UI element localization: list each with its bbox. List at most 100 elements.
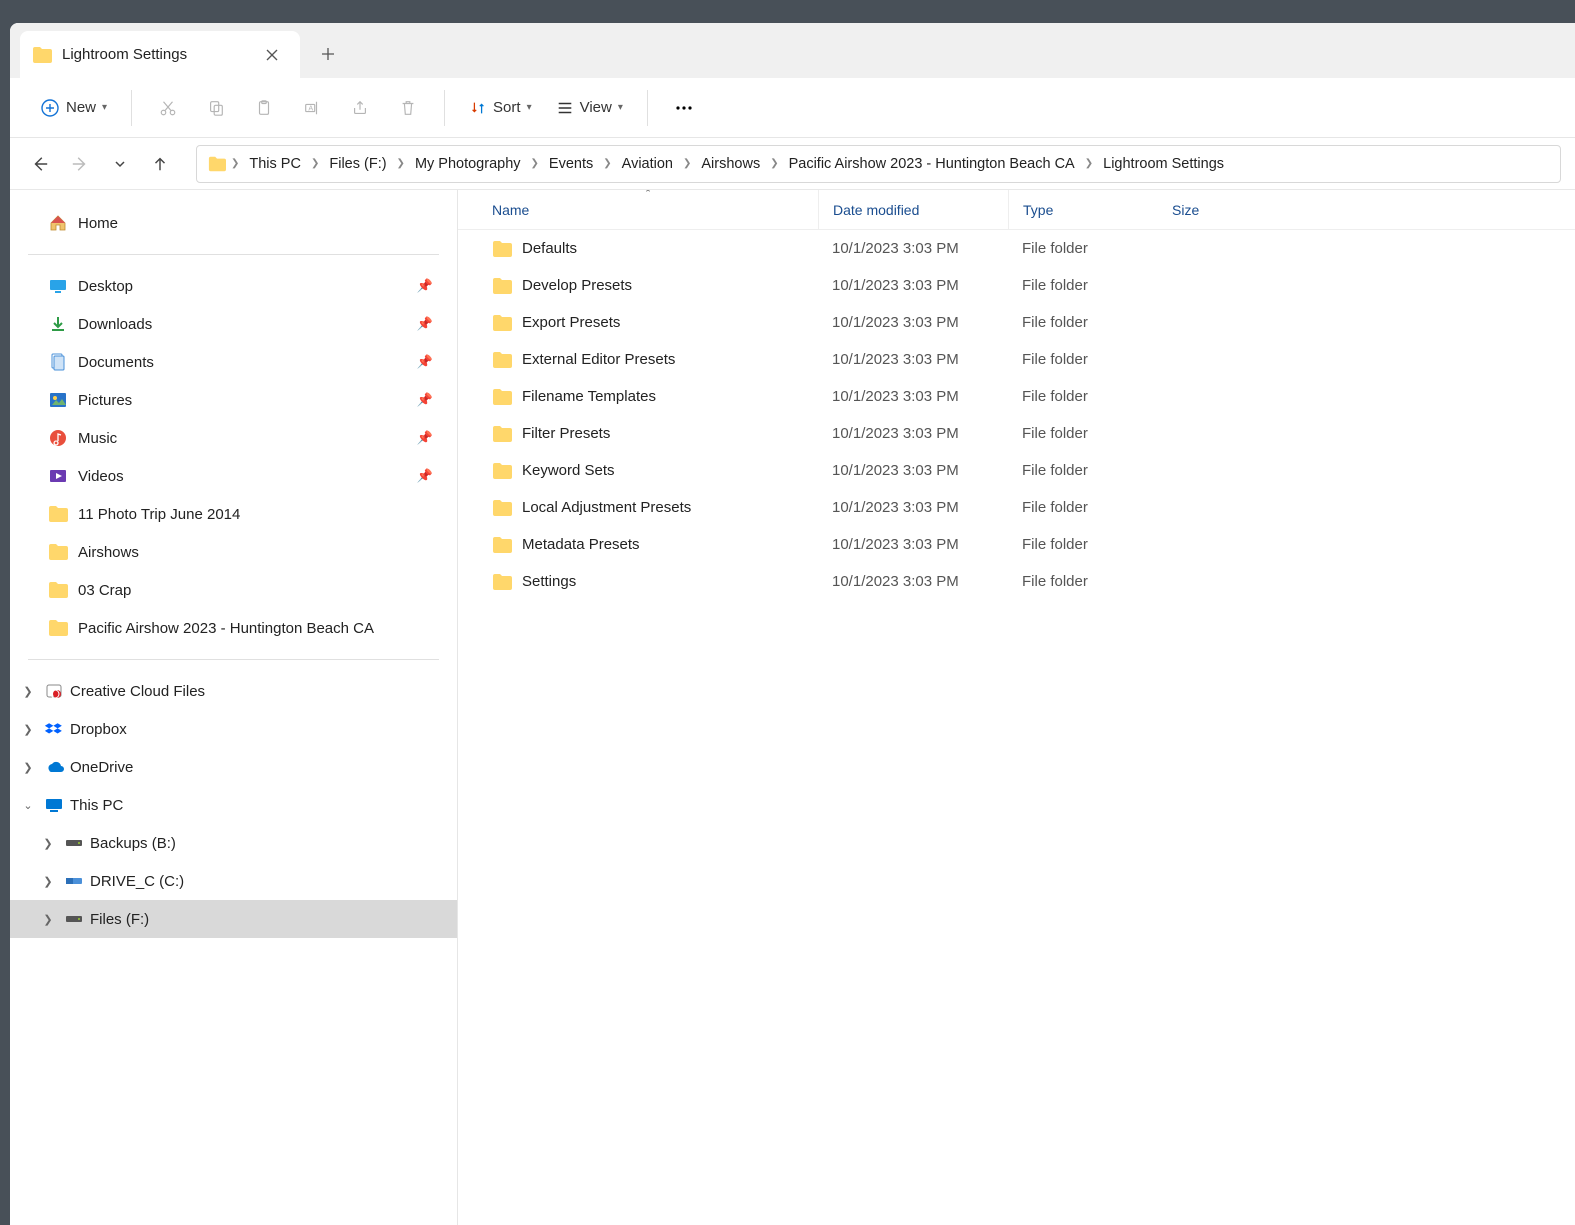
address-bar[interactable]: ❯ This PC❯Files (F:)❯My Photography❯Even… xyxy=(196,145,1561,183)
chevron-down-icon: ▾ xyxy=(618,102,623,113)
copy-button[interactable] xyxy=(194,88,238,128)
up-button[interactable] xyxy=(144,148,176,180)
sidebar-item[interactable]: Documents📌 xyxy=(24,343,443,381)
table-row[interactable]: Local Adjustment Presets10/1/2023 3:03 P… xyxy=(458,489,1575,526)
new-label: New xyxy=(66,99,96,116)
dropbox-icon xyxy=(44,719,64,739)
sidebar-item-home[interactable]: Home xyxy=(24,204,443,242)
column-header-type[interactable]: Type xyxy=(1008,190,1158,229)
view-button[interactable]: View ▾ xyxy=(546,88,633,128)
tree-item[interactable]: ❯ Dropbox xyxy=(10,710,457,748)
chevron-right-icon[interactable]: ❯ xyxy=(38,913,58,926)
sidebar-item[interactable]: Desktop📌 xyxy=(24,267,443,305)
file-name: Settings xyxy=(522,573,576,590)
forward-button[interactable] xyxy=(64,148,96,180)
back-button[interactable] xyxy=(24,148,56,180)
breadcrumb-segment[interactable]: My Photography xyxy=(409,153,527,175)
tree-item-drive[interactable]: ❯ DRIVE_C (C:) xyxy=(10,862,457,900)
pin-icon: 📌 xyxy=(417,468,433,484)
navigation-pane[interactable]: Home Desktop📌Downloads📌Documents📌Picture… xyxy=(10,190,458,1225)
column-headers: Name ⌃ Date modified Type Size xyxy=(458,190,1575,230)
sidebar-item[interactable]: Music📌 xyxy=(24,419,443,457)
column-header-name[interactable]: Name ⌃ xyxy=(478,190,818,229)
breadcrumb-segment[interactable]: This PC xyxy=(243,153,307,175)
tab-active[interactable]: Lightroom Settings xyxy=(20,31,300,78)
table-row[interactable]: Filename Templates10/1/2023 3:03 PMFile … xyxy=(458,378,1575,415)
tree-item-drive[interactable]: ❯Files (F:) xyxy=(10,900,457,938)
sidebar-item[interactable]: Downloads📌 xyxy=(24,305,443,343)
file-list[interactable]: Defaults10/1/2023 3:03 PMFile folder Deve… xyxy=(458,230,1575,1225)
chevron-right-icon[interactable]: ❯ xyxy=(38,837,58,850)
folder-icon xyxy=(492,276,512,296)
close-icon[interactable] xyxy=(258,41,286,69)
tree-item-label: Dropbox xyxy=(70,721,127,738)
tree-item[interactable]: ❯Creative Cloud Files xyxy=(10,672,457,710)
folder-icon xyxy=(492,239,512,259)
tree-item-thispc[interactable]: ⌄This PC xyxy=(10,786,457,824)
chevron-right-icon: ❯ xyxy=(395,158,407,169)
rename-button[interactable]: A xyxy=(290,88,334,128)
cut-button[interactable] xyxy=(146,88,190,128)
downloads-icon xyxy=(48,314,68,334)
file-date: 10/1/2023 3:03 PM xyxy=(818,277,1008,294)
tree-item-label: DRIVE_C (C:) xyxy=(90,873,184,890)
separator xyxy=(647,90,648,126)
file-date: 10/1/2023 3:03 PM xyxy=(818,573,1008,590)
breadcrumb-segment[interactable]: Aviation xyxy=(616,153,679,175)
sidebar-item[interactable]: 11 Photo Trip June 2014 xyxy=(24,495,443,533)
file-date: 10/1/2023 3:03 PM xyxy=(818,462,1008,479)
recent-dropdown[interactable] xyxy=(104,148,136,180)
breadcrumb-segment[interactable]: Airshows xyxy=(695,153,766,175)
table-row[interactable]: Export Presets10/1/2023 3:03 PMFile fold… xyxy=(458,304,1575,341)
share-button[interactable] xyxy=(338,88,382,128)
toolbar: New ▾ A Sort ▾ View ▾ xyxy=(10,78,1575,138)
more-button[interactable] xyxy=(662,88,706,128)
chevron-right-icon[interactable]: ❯ xyxy=(38,875,58,888)
table-row[interactable]: Develop Presets10/1/2023 3:03 PMFile fol… xyxy=(458,267,1575,304)
breadcrumb-segment[interactable]: Pacific Airshow 2023 - Huntington Beach … xyxy=(783,153,1081,175)
chevron-down-icon[interactable]: ⌄ xyxy=(18,799,38,812)
sidebar-item-label: Documents xyxy=(78,354,154,371)
table-row[interactable]: Filter Presets 10/1/2023 3:03 PMFile fold… xyxy=(458,415,1575,452)
paste-button[interactable] xyxy=(242,88,286,128)
file-list-area: Name ⌃ Date modified Type Size Defaults1… xyxy=(458,190,1575,1225)
tree-item[interactable]: ❯OneDrive xyxy=(10,748,457,786)
new-tab-button[interactable] xyxy=(306,32,350,76)
chevron-right-icon[interactable]: ❯ xyxy=(18,761,38,774)
table-row[interactable]: Metadata Presets10/1/2023 3:03 PMFile fo… xyxy=(458,526,1575,563)
folder-icon xyxy=(492,350,512,370)
breadcrumb-segment[interactable]: Files (F:) xyxy=(323,153,392,175)
table-row[interactable]: Keyword Sets10/1/2023 3:03 PMFile folder xyxy=(458,452,1575,489)
sort-button[interactable]: Sort ▾ xyxy=(459,88,542,128)
folder-icon xyxy=(492,387,512,407)
chevron-right-icon[interactable]: ❯ xyxy=(18,723,38,736)
svg-text:A: A xyxy=(308,103,313,112)
table-row[interactable]: Defaults10/1/2023 3:03 PMFile folder xyxy=(458,230,1575,267)
new-button[interactable]: New ▾ xyxy=(30,88,117,128)
tree-item-drive[interactable]: ❯Backups (B:) xyxy=(10,824,457,862)
chevron-right-icon: ❯ xyxy=(1083,158,1095,169)
sidebar-item[interactable]: Pacific Airshow 2023 - Huntington Beach … xyxy=(24,609,443,647)
breadcrumb-segment[interactable]: Events xyxy=(543,153,599,175)
delete-button[interactable] xyxy=(386,88,430,128)
pin-icon: 📌 xyxy=(417,430,433,446)
sidebar-item[interactable]: Videos📌 xyxy=(24,457,443,495)
file-type: File folder xyxy=(1008,499,1158,516)
sidebar-item[interactable]: 03 Crap xyxy=(24,571,443,609)
videos-icon xyxy=(48,466,68,486)
table-row[interactable]: External Editor Presets10/1/2023 3:03 PM… xyxy=(458,341,1575,378)
sidebar-item[interactable]: Pictures📌 xyxy=(24,381,443,419)
column-header-date[interactable]: Date modified xyxy=(818,190,1008,229)
drive-icon xyxy=(64,833,84,853)
file-name: Filter Presets xyxy=(522,425,610,442)
table-row[interactable]: Settings10/1/2023 3:03 PMFile folder xyxy=(458,563,1575,600)
chevron-right-icon[interactable]: ❯ xyxy=(18,685,38,698)
file-name: External Editor Presets xyxy=(522,351,675,368)
sidebar-item[interactable]: Airshows xyxy=(24,533,443,571)
file-type: File folder xyxy=(1008,425,1158,442)
column-header-size[interactable]: Size xyxy=(1158,190,1213,229)
file-name: Local Adjustment Presets xyxy=(522,499,691,516)
file-name: Develop Presets xyxy=(522,277,632,294)
file-date: 10/1/2023 3:03 PM xyxy=(818,425,1008,442)
breadcrumb-segment[interactable]: Lightroom Settings xyxy=(1097,153,1230,175)
